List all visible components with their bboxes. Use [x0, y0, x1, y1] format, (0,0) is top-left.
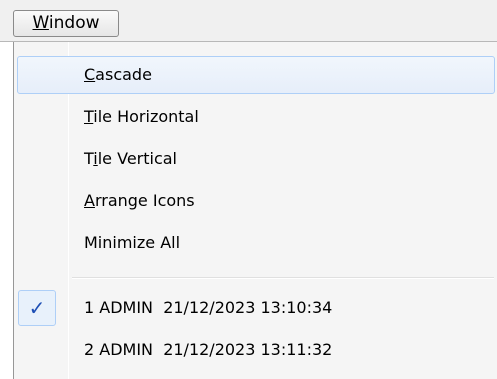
- window-menu-button[interactable]: Window: [13, 10, 119, 37]
- menu-item-window-2[interactable]: 2 ADMIN 21/12/2023 13:11:32: [17, 331, 495, 369]
- window-menu-label: indow: [48, 13, 100, 33]
- menu-item-window-1[interactable]: ✓ 1 ADMIN 21/12/2023 13:10:34: [17, 289, 495, 327]
- menu-item-label: 1 ADMIN 21/12/2023 13:10:34: [84, 298, 333, 317]
- menu-item-label: Arrange Icons: [84, 191, 195, 210]
- menu-item-tile-horizontal[interactable]: Tile Horizontal: [17, 98, 495, 136]
- window-dropdown-menu: Cascade Tile Horizontal Tile Vertical Ar…: [13, 42, 497, 379]
- menu-bar: Window: [0, 0, 497, 42]
- window-menu-mnemonic: W: [32, 13, 49, 33]
- menu-item-minimize-all[interactable]: Minimize All: [17, 224, 495, 262]
- menu-item-label: Tile Vertical: [84, 149, 177, 168]
- menu-item-label: 2 ADMIN 21/12/2023 13:11:32: [84, 340, 333, 359]
- menu-item-cascade[interactable]: Cascade: [17, 56, 495, 94]
- checkmark-icon: ✓: [18, 290, 56, 326]
- menu-separator: [72, 277, 494, 279]
- menu-item-label: Minimize All: [84, 233, 181, 252]
- menu-item-label: Tile Horizontal: [84, 107, 199, 126]
- menu-item-arrange-icons[interactable]: Arrange Icons: [17, 182, 495, 220]
- menu-item-label: Cascade: [84, 65, 152, 84]
- menu-item-tile-vertical[interactable]: Tile Vertical: [17, 140, 495, 178]
